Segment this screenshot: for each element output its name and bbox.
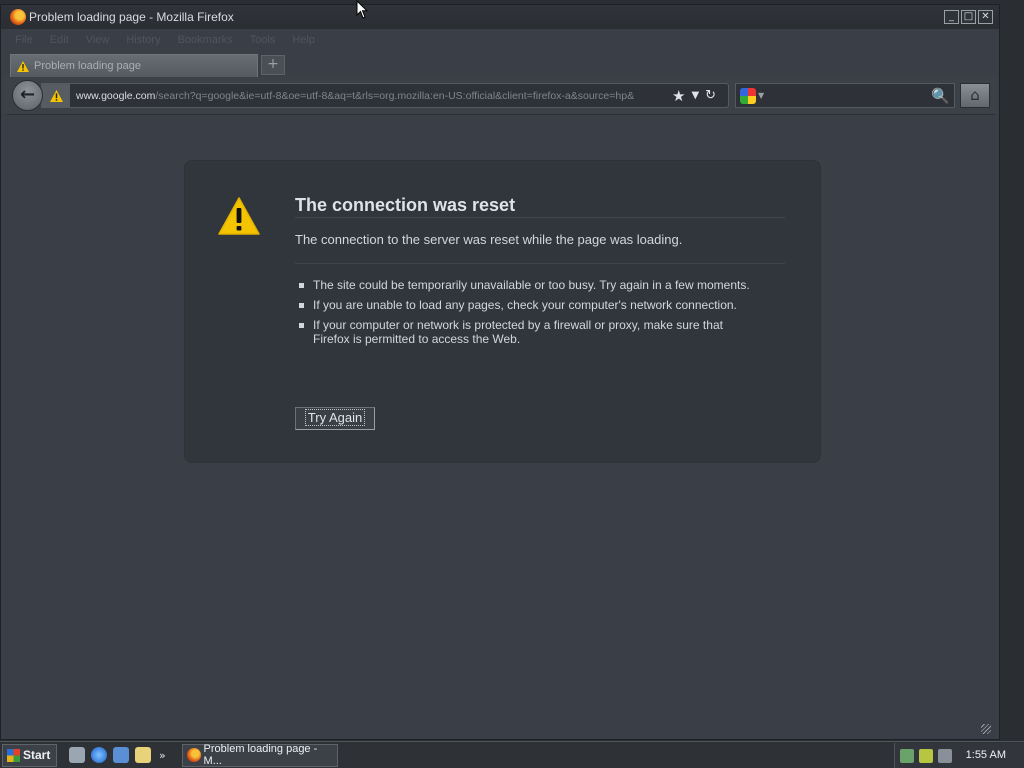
try-again-label: Try Again [304,409,366,426]
start-button[interactable]: Start [2,743,57,767]
menu-view[interactable]: View [86,34,110,46]
antivirus-icon[interactable] [919,748,933,763]
bookmark-star-icon[interactable]: ★ [672,87,685,105]
taskbar-button-label: Problem loading page - M... [203,743,318,767]
menu-history[interactable]: History [126,34,160,46]
windows-explorer-icon[interactable] [135,747,151,763]
firefox-icon [10,9,26,25]
back-arrow-icon: ← [19,84,36,105]
error-panel: The connection was reset The connection … [184,160,821,463]
system-tray: 1:55 AM [894,743,1024,768]
new-tab-button[interactable]: + [261,55,285,75]
google-search-engine-icon[interactable] [740,87,756,104]
try-again-button[interactable]: Try Again [295,407,375,430]
error-title: The connection was reset [295,195,516,215]
divider [295,217,785,218]
firefox-icon [186,748,201,762]
firefox-window: Problem loading page - Mozilla Firefox _… [0,4,1000,740]
search-input[interactable] [764,86,954,106]
warning-icon [218,197,260,235]
list-item: The site could be temporarily unavailabl… [299,278,759,292]
menu-file[interactable]: File [15,34,33,46]
url-path: /search?q=google&ie=utf-8&oe=utf-8&aq=t&… [155,89,635,102]
network-icon[interactable] [900,748,914,763]
navigation-bar: www.google.com/search?q=google&ie=utf-8&… [1,77,999,113]
search-icon[interactable]: 🔍 [931,87,950,105]
menu-bookmarks[interactable]: Bookmarks [178,34,233,46]
maximize-button[interactable]: □ [961,10,976,24]
windows-logo-icon [7,748,20,762]
tab-strip: Problem loading page + [1,51,999,77]
url-bar[interactable]: www.google.com/search?q=google&ie=utf-8&… [41,83,729,108]
menu-help[interactable]: Help [292,34,315,46]
window-controls: _ □ ✕ [944,10,993,24]
error-suggestions: The site could be temporarily unavailabl… [299,278,759,352]
tab-problem-loading[interactable]: Problem loading page [10,54,258,77]
reload-icon[interactable]: ↻ [705,88,716,103]
quick-launch: » [69,747,166,763]
warning-icon [17,60,29,72]
resize-grip[interactable] [981,724,991,734]
desktop: Problem loading page - Mozilla Firefox _… [0,0,1024,768]
error-description: The connection to the server was reset w… [295,232,683,247]
menu-bar: File Edit View History Bookmarks Tools H… [1,29,999,51]
internet-explorer-icon[interactable] [91,747,107,763]
menu-edit[interactable]: Edit [50,34,69,46]
window-title: Problem loading page - Mozilla Firefox [29,10,234,24]
back-button[interactable]: ← [12,80,43,111]
list-item: If your computer or network is protected… [299,318,759,346]
page-content: The connection was reset The connection … [7,114,995,738]
site-identity-button[interactable] [42,84,70,107]
url-bar-icons: ★ ▼ ↻ [672,87,716,105]
mouse-cursor-icon [356,0,368,19]
start-label: Start [23,748,51,762]
tab-label: Problem loading page [34,60,142,72]
close-button[interactable]: ✕ [978,10,993,24]
menu-tools[interactable]: Tools [250,34,276,46]
outlook-express-icon[interactable] [113,747,129,763]
search-bar[interactable]: ▼ 🔍 [735,83,955,108]
quick-launch-more-button[interactable]: » [159,749,166,762]
home-button[interactable]: ⌂ [960,83,990,108]
divider [295,263,785,264]
taskbar-firefox-button[interactable]: Problem loading page - M... [181,743,338,767]
history-dropdown-icon[interactable]: ▼ [691,90,699,101]
title-bar[interactable]: Problem loading page - Mozilla Firefox _… [1,5,999,29]
warning-icon [49,89,63,102]
url-domain: www.google.com [76,89,156,102]
minimize-button[interactable]: _ [944,10,959,24]
display-icon[interactable] [938,748,952,763]
list-item: If you are unable to load any pages, che… [299,298,759,312]
show-desktop-icon[interactable] [69,747,85,763]
url-text[interactable]: www.google.com/search?q=google&ie=utf-8&… [76,90,668,102]
taskbar: Start » Problem loading page - M... 1:55… [0,741,1024,768]
home-icon: ⌂ [970,86,980,104]
clock: 1:55 AM [965,749,1006,761]
